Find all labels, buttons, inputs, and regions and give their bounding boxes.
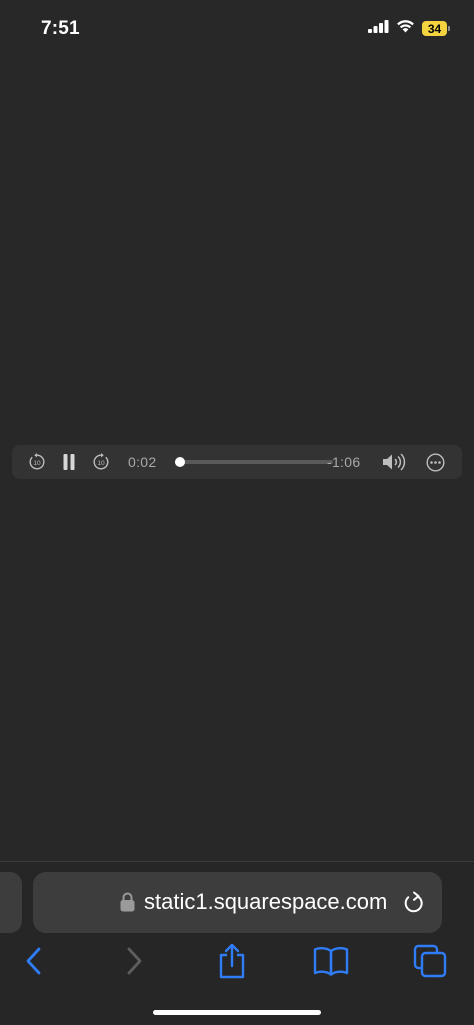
tabs-icon <box>413 944 447 983</box>
battery-level: 34 <box>422 21 447 36</box>
share-button[interactable] <box>212 943 252 983</box>
bookmarks-button[interactable] <box>311 943 351 983</box>
battery-cap <box>448 26 450 31</box>
back-button[interactable] <box>13 943 53 983</box>
home-indicator[interactable] <box>153 1010 321 1015</box>
back-icon <box>25 947 41 980</box>
status-bar: 7:51 34 <box>0 0 474 56</box>
skip-back-10-icon[interactable]: 10 <box>26 445 48 479</box>
progress-track[interactable] <box>174 457 333 467</box>
skip-forward-seconds: 10 <box>97 460 105 467</box>
skip-forward-10-icon[interactable]: 10 <box>90 445 112 479</box>
lock-icon <box>120 892 135 917</box>
bookmarks-icon <box>313 946 349 981</box>
progress-knob[interactable] <box>174 457 185 467</box>
previous-tab-preview[interactable] <box>0 872 22 933</box>
forward-icon <box>127 947 143 980</box>
cellular-signal-icon <box>368 19 389 38</box>
current-time: 0:02 <box>128 454 157 470</box>
address-bar[interactable]: static1.squarespace.com <box>33 872 442 933</box>
status-indicators: 34 <box>368 19 450 38</box>
battery-icon: 34 <box>422 21 450 36</box>
status-time: 7:51 <box>41 18 80 39</box>
skip-back-seconds: 10 <box>33 460 41 467</box>
wifi-icon <box>396 19 415 38</box>
url-text[interactable]: static1.squarespace.com <box>144 889 387 915</box>
browser-bottom-bar: static1.squarespace.com <box>0 861 474 1025</box>
forward-button[interactable] <box>115 943 155 983</box>
volume-icon[interactable] <box>380 445 410 479</box>
pause-icon[interactable] <box>59 445 79 479</box>
more-options-icon[interactable] <box>424 445 446 479</box>
reload-icon[interactable] <box>403 891 425 920</box>
browser-screen: 7:51 34 10 10 0:02 -1:06 static1.squares… <box>0 0 474 1025</box>
remaining-time: -1:06 <box>327 454 361 470</box>
share-icon <box>217 943 247 984</box>
tabs-button[interactable] <box>410 943 450 983</box>
audio-player: 10 10 0:02 -1:06 <box>12 445 462 479</box>
